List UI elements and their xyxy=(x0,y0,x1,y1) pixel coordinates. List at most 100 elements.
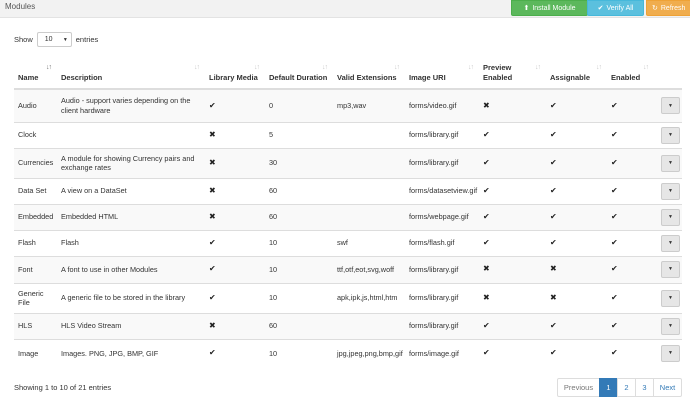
cell-valid-extensions xyxy=(333,204,405,230)
sort-icon: ↓↑ xyxy=(394,64,400,71)
verify-all-button[interactable]: ✔ Verify All xyxy=(587,0,644,16)
column-label: Name xyxy=(18,72,39,82)
check-icon: ✔ xyxy=(483,129,490,139)
check-icon: ✔ xyxy=(611,185,618,195)
cell-name: Image xyxy=(18,348,39,358)
page-title: Modules xyxy=(5,2,36,11)
caret-down-icon: ▼ xyxy=(668,213,673,220)
table-row: Currencies A module for showing Currency … xyxy=(14,148,682,178)
check-icon: ✔ xyxy=(550,348,557,358)
page-button-1[interactable]: 1 xyxy=(599,378,618,397)
cell-enabled: ✔ xyxy=(607,178,654,204)
cell-preview-enabled: ✖ xyxy=(479,256,546,283)
cell-actions: ▼ xyxy=(654,122,682,148)
refresh-button[interactable]: ↻ Refresh xyxy=(646,0,690,16)
check-icon: ✔ xyxy=(209,292,216,302)
cell-description: HLS Video Stream xyxy=(61,321,122,331)
column-header-name[interactable]: Name ↓↑ xyxy=(14,58,57,90)
check-icon: ✔ xyxy=(550,129,557,139)
column-header-image-uri[interactable]: Image URI ↓↑ xyxy=(405,58,479,90)
cell-preview-enabled: ✔ xyxy=(479,148,546,178)
cell-actions: ▼ xyxy=(654,339,682,367)
cell-description: Audio - support varies depending on the … xyxy=(61,96,191,115)
cell-actions: ▼ xyxy=(654,230,682,256)
check-icon: ✔ xyxy=(209,348,216,358)
cell-name: Generic File xyxy=(18,288,44,307)
cell-image-uri: forms/video.gif xyxy=(409,101,457,110)
row-actions-dropdown-button[interactable]: ▼ xyxy=(661,126,680,144)
cell-assignable: ✔ xyxy=(546,148,607,178)
cell-name: Clock xyxy=(18,130,37,140)
caret-down-icon: ▼ xyxy=(668,187,673,194)
refresh-icon: ↻ xyxy=(652,4,658,12)
page-button-2[interactable]: 2 xyxy=(617,378,636,397)
cell-library-media: ✖ xyxy=(205,178,265,204)
row-actions-dropdown-button[interactable]: ▼ xyxy=(661,182,680,200)
cell-assignable: ✔ xyxy=(546,313,607,339)
cell-assignable: ✔ xyxy=(546,339,607,367)
verify-all-label: Verify All xyxy=(606,4,634,12)
page-length-control: Show 10 ▼ entries xyxy=(14,32,98,47)
cell-actions: ▼ xyxy=(654,204,682,230)
sort-icon: ↓↑ xyxy=(322,64,328,71)
caret-down-icon: ▼ xyxy=(668,131,673,138)
cell-library-media: ✖ xyxy=(205,148,265,178)
sort-icon: ↓↑ xyxy=(468,64,474,71)
cell-enabled: ✔ xyxy=(607,256,654,283)
column-header-assignable[interactable]: Assignable ↓↑ xyxy=(546,58,607,90)
column-header-enabled[interactable]: Enabled ↓↑ xyxy=(607,58,654,90)
cell-name: Embedded xyxy=(18,212,54,222)
previous-page-button[interactable]: Previous xyxy=(557,378,600,397)
check-icon: ✔ xyxy=(611,100,618,110)
cell-default-duration: 10 xyxy=(269,238,278,248)
next-page-button[interactable]: Next xyxy=(653,378,682,397)
row-actions-dropdown-button[interactable]: ▼ xyxy=(661,208,680,226)
cell-default-duration: 10 xyxy=(269,348,278,358)
table-row: Embedded Embedded HTML ✖ 60 forms/webpage.gi… xyxy=(14,204,682,230)
cross-icon: ✖ xyxy=(550,292,557,302)
caret-down-icon: ▼ xyxy=(668,294,673,301)
row-actions-dropdown-button[interactable]: ▼ xyxy=(661,154,680,172)
cell-library-media: ✖ xyxy=(205,313,265,339)
column-header-preview-enabled[interactable]: Preview Enabled ↓↑ xyxy=(479,58,546,90)
check-icon: ✔ xyxy=(611,348,618,358)
column-header-library-media[interactable]: Library Media ↓↑ xyxy=(205,58,265,90)
column-header-description[interactable]: Description ↓↑ xyxy=(57,58,205,90)
check-icon: ✔ xyxy=(611,157,618,167)
column-label: Description xyxy=(61,72,103,82)
row-actions-dropdown-button[interactable]: ▼ xyxy=(661,97,680,115)
check-circle-icon: ✔ xyxy=(597,4,604,12)
cell-image-uri: forms/flash.gif xyxy=(409,238,455,248)
cell-description: A module for showing Currency pairs and … xyxy=(61,153,195,172)
check-icon: ✔ xyxy=(611,211,618,221)
page-length-select[interactable]: 10 ▼ xyxy=(36,32,72,47)
install-module-button[interactable]: ⬆ Install Module xyxy=(511,0,588,16)
cell-enabled: ✔ xyxy=(607,230,654,256)
cell-image-uri: forms/library.gif xyxy=(409,264,459,274)
cell-name: HLS xyxy=(18,321,33,331)
caret-down-icon: ▼ xyxy=(668,239,673,246)
row-actions-dropdown-button[interactable]: ▼ xyxy=(661,289,680,307)
cross-icon: ✖ xyxy=(550,264,557,274)
table-header-row: Name ↓↑ Description ↓↑ Library Media ↓↑ Def… xyxy=(14,58,682,90)
cell-preview-enabled: ✔ xyxy=(479,178,546,204)
table-row: HLS HLS Video Stream ✖ 60 forms/library.gif ✔… xyxy=(14,313,682,339)
page-header: Modules ⬆ Install Module ✔ Verify All ↻ … xyxy=(0,0,690,18)
cross-icon: ✖ xyxy=(209,185,216,195)
check-icon: ✔ xyxy=(483,185,490,195)
cell-enabled: ✔ xyxy=(607,148,654,178)
cell-actions: ▼ xyxy=(654,148,682,178)
row-actions-dropdown-button[interactable]: ▼ xyxy=(661,344,680,362)
column-header-valid-extensions[interactable]: Valid Extensions ↓↑ xyxy=(333,58,405,90)
upload-icon: ⬆ xyxy=(523,4,530,12)
cross-icon: ✖ xyxy=(209,157,216,167)
cell-actions: ▼ xyxy=(654,256,682,283)
row-actions-dropdown-button[interactable]: ▼ xyxy=(661,234,680,252)
cell-assignable: ✔ xyxy=(546,122,607,148)
column-header-default-duration[interactable]: Default Duration ↓↑ xyxy=(265,58,333,90)
row-actions-dropdown-button[interactable]: ▼ xyxy=(661,261,680,278)
cell-valid-extensions xyxy=(333,148,405,178)
page-button-3[interactable]: 3 xyxy=(635,378,654,397)
row-actions-dropdown-button[interactable]: ▼ xyxy=(661,317,680,335)
cell-default-duration: 10 xyxy=(269,293,278,303)
